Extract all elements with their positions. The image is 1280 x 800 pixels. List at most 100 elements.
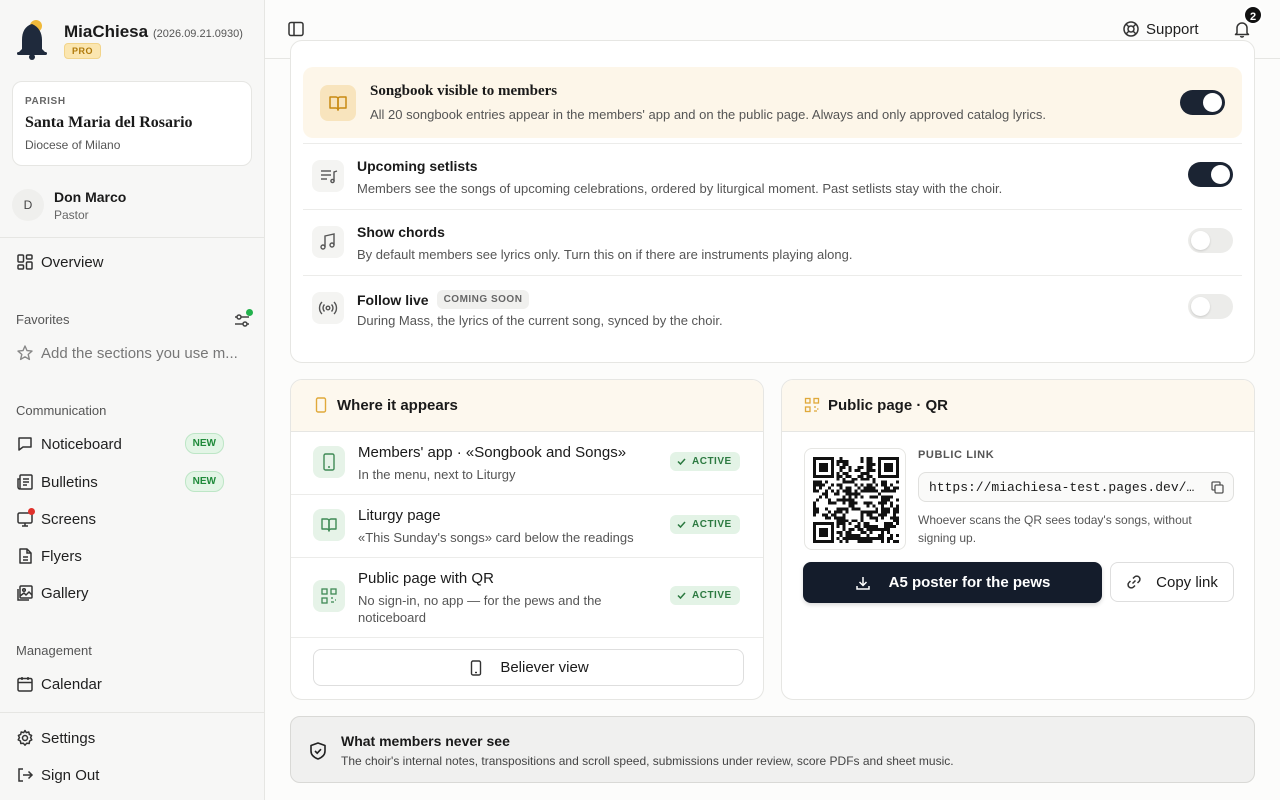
nav-overview-label: Overview: [41, 253, 104, 271]
diocese-name: Diocese of Milano: [25, 138, 121, 152]
believer-view-button[interactable]: Believer view: [313, 649, 744, 686]
upcoming-setlists-toggle[interactable]: [1188, 162, 1233, 187]
copy-link-button[interactable]: Copy link: [1110, 562, 1234, 602]
setting-title-text: Follow live: [357, 291, 429, 308]
nav-flyers[interactable]: Flyers: [16, 542, 248, 570]
songbook-toggle[interactable]: [1180, 90, 1225, 115]
favorites-add[interactable]: Add the sections you use m...: [16, 343, 248, 363]
songbook-desc: All 20 songbook entries appear in the me…: [370, 107, 1047, 122]
coming-soon-badge: COMING SOON: [436, 290, 530, 309]
new-badge: NEW: [184, 433, 224, 454]
public-link-value: https://miachiesa-test.pages.dev/parish/…: [929, 480, 1234, 495]
notification-bell-icon[interactable]: 2: [1233, 5, 1263, 38]
nav-screens[interactable]: Screens: [16, 505, 248, 533]
qr-note: Whoever scans the QR sees today's songs,…: [918, 513, 1192, 545]
notification-count: 2: [1243, 5, 1263, 25]
parish-card[interactable]: PARISH Santa Maria del Rosario Diocese o…: [12, 81, 252, 166]
toggle-knob: [1191, 297, 1210, 316]
never-see-desc: The choir's internal notes, transpositio…: [341, 754, 954, 768]
user-name: Don Marco: [54, 189, 127, 205]
nav-overview[interactable]: Overview: [16, 248, 248, 276]
newspaper-icon: [16, 473, 34, 491]
divider: [0, 237, 264, 238]
songbook-visibility-setting: Songbook visible to members All 20 songb…: [303, 67, 1242, 138]
card-title: Public page · QR: [828, 397, 949, 414]
logout-icon: [16, 766, 34, 784]
status-text: ACTIVE: [692, 456, 732, 467]
sidebar-toggle-icon[interactable]: [287, 20, 305, 38]
nav-screens-label: Screens: [41, 510, 97, 528]
nav-sign-out-label: Sign Out: [41, 766, 100, 784]
link-icon: [1126, 574, 1142, 590]
never-see-notice: What members never see The choir's inter…: [290, 716, 1255, 783]
phone-icon: [313, 397, 329, 413]
check-icon: [676, 590, 687, 601]
favorites-add-label: Add the sections you use m...: [41, 344, 238, 362]
status-text: ACTIVE: [692, 519, 732, 530]
nav-calendar[interactable]: Calendar: [16, 670, 248, 698]
nav-calendar-label: Calendar: [41, 675, 102, 693]
qr-code-image: [813, 457, 899, 543]
setting-desc: During Mass, the lyrics of the current s…: [357, 313, 723, 328]
public-link-field[interactable]: https://miachiesa-test.pages.dev/parish/…: [918, 472, 1234, 502]
nav-settings[interactable]: Settings: [16, 724, 248, 752]
setting-title: Show chords: [357, 224, 445, 240]
sidebar: MiaChiesa (2026.09.21.0930) PRO PARISH S…: [0, 0, 265, 800]
setting-title-text: Show chords: [357, 224, 445, 240]
qr-code: [804, 448, 906, 550]
card-header: Where it appears: [291, 380, 763, 432]
gear-icon: [16, 729, 34, 747]
check-icon: [676, 456, 687, 467]
management-label: Management: [16, 643, 92, 658]
where-it-appears-card: Where it appears Members' app · «Songboo…: [290, 379, 764, 700]
public-link-label: PUBLIC LINK: [918, 449, 995, 461]
setting-title-text: Upcoming setlists: [357, 158, 478, 174]
parish-name: Santa Maria del Rosario: [25, 114, 193, 131]
place-title: Members' app · «Songbook and Songs»: [358, 444, 627, 461]
copy-link-label: Copy link: [1156, 573, 1218, 591]
show-chords-toggle[interactable]: [1188, 228, 1233, 253]
believer-view-label: Believer view: [500, 659, 589, 676]
setting-desc: Members see the songs of upcoming celebr…: [357, 181, 1003, 196]
support-button[interactable]: Support: [1122, 18, 1199, 40]
notification-dot: [246, 309, 253, 316]
brand[interactable]: MiaChiesa (2026.09.21.0930) PRO: [16, 18, 256, 62]
shield-check-icon: [308, 741, 328, 761]
nav-bulletins[interactable]: Bulletins NEW: [16, 468, 248, 496]
nav-gallery-label: Gallery: [41, 584, 89, 602]
book-icon: [320, 85, 356, 121]
message-icon: [16, 435, 34, 453]
nav-bulletins-label: Bulletins: [41, 473, 98, 491]
nav-noticeboard[interactable]: Noticeboard NEW: [16, 430, 248, 458]
check-icon: [676, 519, 687, 530]
setting-title: Upcoming setlists: [357, 158, 478, 174]
place-desc: «This Sunday's songs» card below the rea…: [358, 530, 634, 545]
a5-poster-button[interactable]: A5 poster for the pews: [803, 562, 1102, 603]
public-page-qr-card: Public page · QR PUBLIC LINK https://mia…: [781, 379, 1255, 700]
nav-flyers-label: Flyers: [41, 547, 82, 565]
smartphone-icon: [313, 446, 345, 478]
nav-gallery[interactable]: Gallery: [16, 579, 248, 607]
copy-icon[interactable]: [1210, 480, 1225, 495]
support-label: Support: [1146, 20, 1199, 38]
setting-upcoming-setlists: Upcoming setlists Members see the songs …: [303, 143, 1242, 209]
user-role: Pastor: [54, 208, 89, 222]
list-item: Public page with QR No sign-in, no app —…: [291, 558, 763, 638]
place-desc: In the menu, next to Liturgy: [358, 467, 516, 482]
status-badge: ACTIVE: [670, 452, 740, 471]
parish-label: PARISH: [25, 96, 66, 107]
divider: [0, 712, 264, 713]
screen-icon: [16, 508, 35, 528]
status-badge: ACTIVE: [670, 586, 740, 605]
communication-label: Communication: [16, 403, 107, 418]
broadcast-icon: [312, 292, 344, 324]
list-item: Liturgy page «This Sunday's songs» card …: [291, 495, 763, 558]
sliders-icon[interactable]: [233, 309, 253, 329]
nav-settings-label: Settings: [41, 729, 96, 747]
list-item: Members' app · «Songbook and Songs» In t…: [291, 432, 763, 495]
follow-live-toggle[interactable]: [1188, 294, 1233, 319]
nav-sign-out[interactable]: Sign Out: [16, 761, 248, 789]
user-profile[interactable]: D Don Marco Pastor: [12, 187, 252, 223]
favorites-label: Favorites: [16, 312, 70, 327]
calendar-icon: [16, 675, 34, 693]
